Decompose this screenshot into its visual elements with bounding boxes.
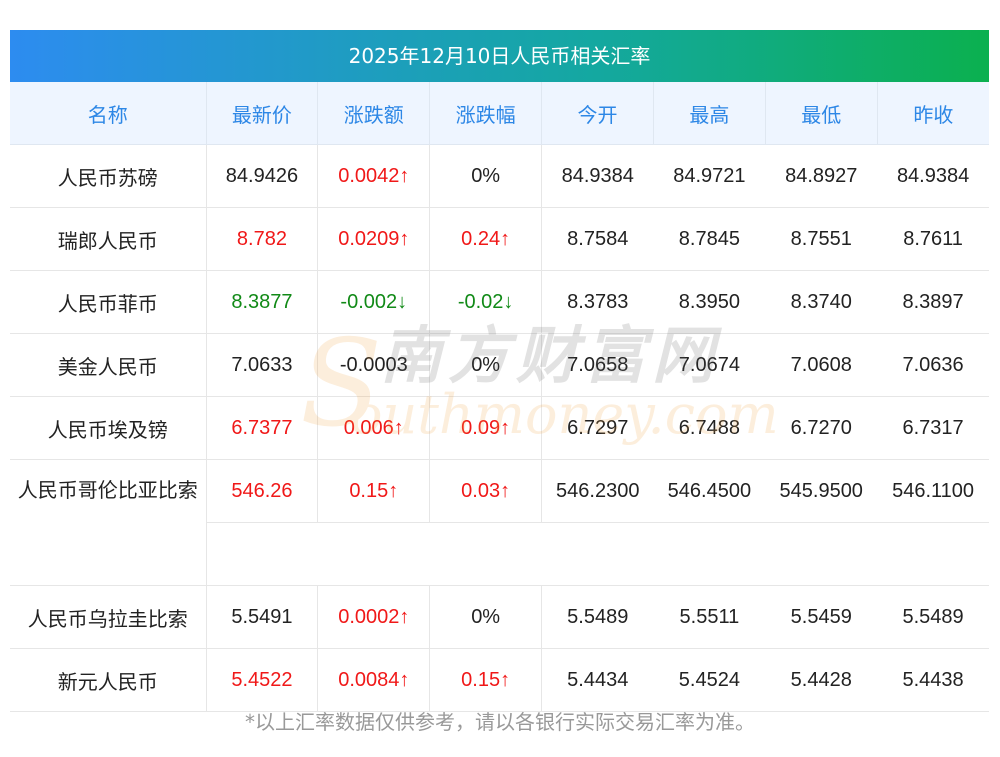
prev-close: 84.9384 [877, 144, 990, 208]
table-row: 人民币乌拉圭比索 5.5491 0.0002↑ 0% 5.5489 5.5511… [10, 585, 990, 649]
latest-price: 5.5491 [206, 585, 319, 649]
change-amount: 0.006↑ [317, 396, 431, 460]
prev-close: 8.7611 [877, 207, 990, 271]
low-price: 5.5459 [765, 585, 878, 649]
open-price: 8.3783 [541, 270, 654, 334]
high-price: 7.0674 [653, 333, 766, 397]
change-amount: 0.0042↑ [317, 144, 431, 208]
header-change-pct: 涨跌幅 [429, 82, 543, 145]
table-row: 美金人民币 7.0633 -0.0003 0% 7.0658 7.0674 7.… [10, 333, 990, 397]
open-price: 5.5489 [541, 585, 654, 649]
change-percent: 0.15↑ [429, 648, 543, 712]
change-amount: 0.0084↑ [317, 648, 431, 712]
low-price: 8.7551 [765, 207, 878, 271]
currency-pair-name: 人民币哥伦比亚比索 [10, 459, 207, 586]
table-row: 人民币埃及镑 6.7377 0.006↑ 0.09↑ 6.7297 6.7488… [10, 396, 990, 460]
prev-close: 546.1100 [877, 459, 990, 523]
open-price: 84.9384 [541, 144, 654, 208]
change-percent: 0.24↑ [429, 207, 543, 271]
table-header-row: 名称 最新价 涨跌额 涨跌幅 今开 最高 最低 昨收 [10, 82, 990, 145]
table-title: 2025年12月10日人民币相关汇率 [10, 30, 989, 82]
table-row: 瑞郎人民币 8.782 0.0209↑ 0.24↑ 8.7584 8.7845 … [10, 207, 990, 271]
change-percent: 0% [429, 585, 543, 649]
high-price: 8.7845 [653, 207, 766, 271]
header-latest: 最新价 [206, 82, 319, 145]
low-price: 5.4428 [765, 648, 878, 712]
currency-pair-name: 瑞郎人民币 [10, 207, 207, 271]
header-change: 涨跌额 [317, 82, 431, 145]
prev-close: 5.4438 [877, 648, 990, 712]
high-price: 84.9721 [653, 144, 766, 208]
high-price: 546.4500 [653, 459, 766, 523]
change-amount: 0.0209↑ [317, 207, 431, 271]
change-percent: 0% [429, 144, 543, 208]
open-price: 6.7297 [541, 396, 654, 460]
high-price: 8.3950 [653, 270, 766, 334]
prev-close: 8.3897 [877, 270, 990, 334]
high-price: 5.4524 [653, 648, 766, 712]
high-price: 5.5511 [653, 585, 766, 649]
low-price: 84.8927 [765, 144, 878, 208]
change-amount: -0.0003 [317, 333, 431, 397]
latest-price: 546.26 [206, 459, 319, 523]
low-price: 6.7270 [765, 396, 878, 460]
latest-price: 84.9426 [206, 144, 319, 208]
exchange-rate-table: 名称 最新价 涨跌额 涨跌幅 今开 最高 最低 昨收 人民币苏磅 84.9426… [10, 82, 990, 712]
header-open: 今开 [541, 82, 654, 145]
change-percent: 0.03↑ [429, 459, 543, 523]
table-row: 人民币苏磅 84.9426 0.0042↑ 0% 84.9384 84.9721… [10, 144, 990, 208]
header-low: 最低 [765, 82, 878, 145]
prev-close: 6.7317 [877, 396, 990, 460]
change-amount: -0.002↓ [317, 270, 431, 334]
prev-close: 7.0636 [877, 333, 990, 397]
latest-price: 5.4522 [206, 648, 319, 712]
table-row: 人民币菲币 8.3877 -0.002↓ -0.02↓ 8.3783 8.395… [10, 270, 990, 334]
change-amount: 0.0002↑ [317, 585, 431, 649]
low-price: 8.3740 [765, 270, 878, 334]
open-price: 7.0658 [541, 333, 654, 397]
latest-price: 8.782 [206, 207, 319, 271]
change-percent: 0% [429, 333, 543, 397]
open-price: 546.2300 [541, 459, 654, 523]
high-price: 6.7488 [653, 396, 766, 460]
latest-price: 6.7377 [206, 396, 319, 460]
prev-close: 5.5489 [877, 585, 990, 649]
table-row: 新元人民币 5.4522 0.0084↑ 0.15↑ 5.4434 5.4524… [10, 648, 990, 712]
currency-pair-name: 人民币苏磅 [10, 144, 207, 208]
low-price: 7.0608 [765, 333, 878, 397]
header-high: 最高 [653, 82, 766, 145]
currency-pair-name: 新元人民币 [10, 648, 207, 712]
change-percent: 0.09↑ [429, 396, 543, 460]
currency-pair-name: 人民币乌拉圭比索 [10, 585, 207, 649]
low-price: 545.9500 [765, 459, 878, 523]
rate-panel: 2025年12月10日人民币相关汇率 名称 最新价 涨跌额 涨跌幅 今开 最高 … [10, 30, 990, 712]
change-percent: -0.02↓ [429, 270, 543, 334]
empty-cell [206, 522, 990, 586]
currency-pair-name: 人民币菲币 [10, 270, 207, 334]
currency-pair-name: 人民币埃及镑 [10, 396, 207, 460]
open-price: 8.7584 [541, 207, 654, 271]
header-name: 名称 [10, 82, 207, 145]
table-row: 人民币哥伦比亚比索 546.26 0.15↑ 0.03↑ 546.2300 54… [10, 459, 990, 586]
disclaimer-note: *以上汇率数据仅供参考，请以各银行实际交易汇率为准。 [245, 710, 755, 734]
currency-pair-name: 美金人民币 [10, 333, 207, 397]
latest-price: 7.0633 [206, 333, 319, 397]
change-amount: 0.15↑ [317, 459, 431, 523]
header-prev-close: 昨收 [877, 82, 990, 145]
latest-price: 8.3877 [206, 270, 319, 334]
open-price: 5.4434 [541, 648, 654, 712]
